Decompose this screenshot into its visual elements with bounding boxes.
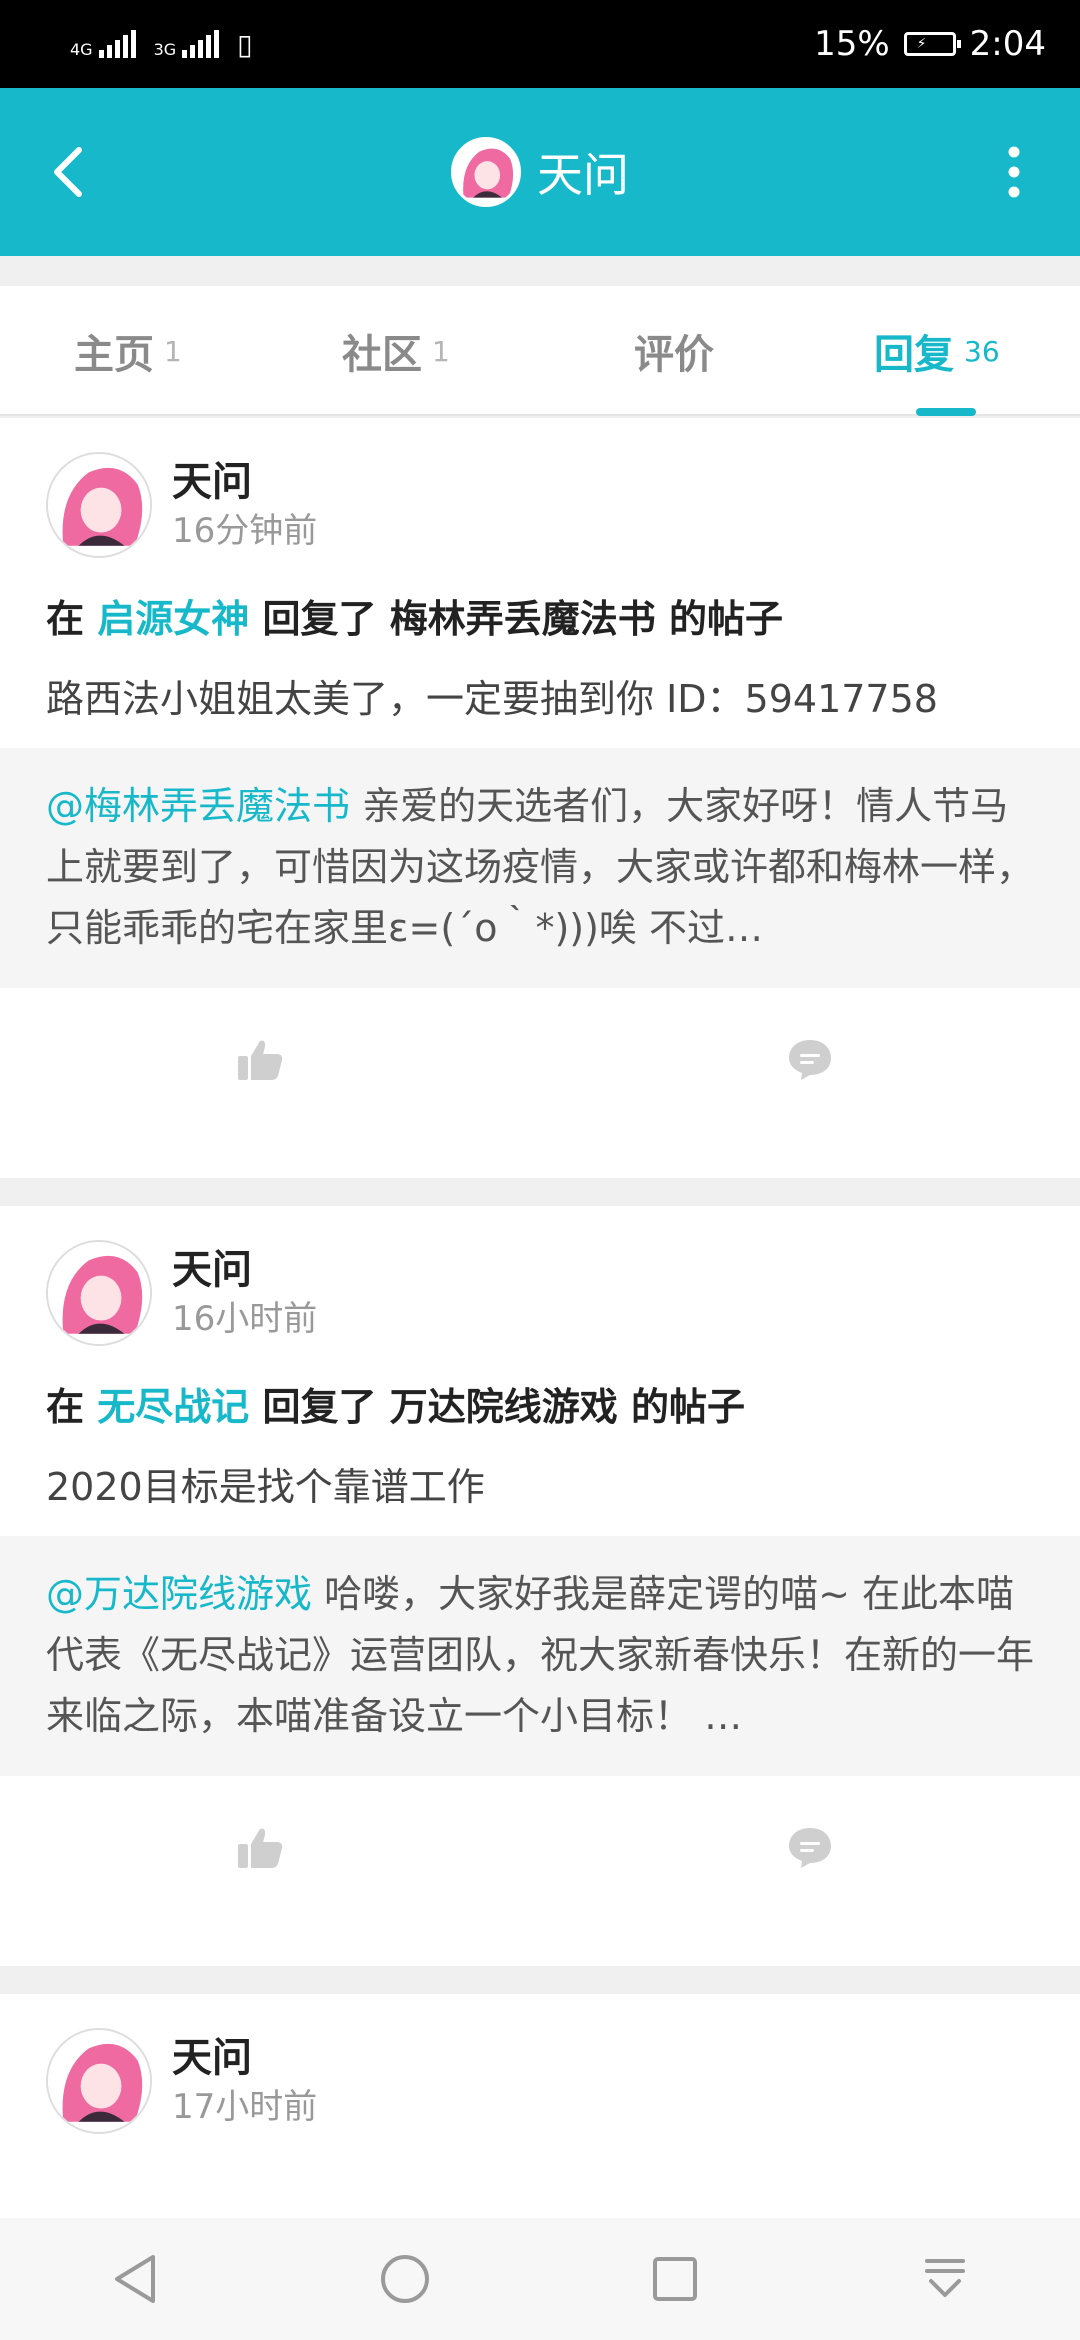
more-vertical-icon: [1008, 146, 1020, 198]
app-bar: 天问: [0, 88, 1080, 256]
action-line: 在 启源女神 回复了 梅林弄丢魔法书 的帖子: [46, 588, 783, 643]
action-prefix: 在: [46, 597, 85, 641]
nav-back-icon: [115, 2255, 155, 2303]
post-time: 16分钟前: [172, 511, 318, 551]
battery-percent: 15%: [814, 24, 890, 64]
tab-reviews[interactable]: 评价: [634, 286, 714, 416]
post-time: 17小时前: [172, 2087, 318, 2127]
clock: 2:04: [969, 24, 1046, 64]
mention-link[interactable]: @梅林弄丢魔法书: [46, 784, 350, 828]
tab-label: 主页: [74, 332, 154, 378]
avatar: [451, 137, 521, 207]
back-arrow-icon: [54, 147, 82, 197]
tab-label: 回复: [874, 332, 954, 378]
nav-back-button[interactable]: [90, 2234, 180, 2324]
reply-text: 2020目标是找个靠谱工作: [46, 1465, 485, 1509]
battery-icon: ⚡: [903, 32, 961, 56]
card-actions: [0, 1776, 1080, 1916]
tab-community[interactable]: 社区 1: [342, 286, 450, 416]
card-header: 天问 16小时前: [46, 1240, 317, 1346]
action-verb: 回复了: [262, 597, 377, 641]
tab-count: 1: [164, 334, 182, 368]
action-prefix: 在: [46, 1385, 85, 1429]
more-button[interactable]: [984, 124, 1044, 220]
vibrate-icon: ▯: [237, 27, 253, 61]
post-time: 16小时前: [172, 1299, 318, 1339]
comment-button[interactable]: [780, 1820, 840, 1876]
quoted-post[interactable]: @万达院线游戏 哈喽，大家好我是薛定谔的喵~ 在此本喵代表《无尽战记》运营团队，…: [0, 1536, 1080, 1776]
avatar[interactable]: [46, 2028, 152, 2134]
tab-home[interactable]: 主页 1: [74, 286, 182, 416]
comment-bubble-icon: [789, 1040, 831, 1080]
reply-text: 路西法小姐姐太美了，一定要抽到你 ID：59417758: [46, 677, 938, 721]
thumbs-up-icon: [238, 1828, 283, 1868]
nav-notification-button[interactable]: [900, 2234, 990, 2324]
card-header: 天问 17小时前: [46, 2028, 317, 2134]
nav-home-button[interactable]: [360, 2234, 450, 2324]
tab-count: 36: [964, 334, 1000, 368]
nav-recents-button[interactable]: [630, 2234, 720, 2324]
page-title: 天问: [537, 148, 629, 202]
username[interactable]: 天问: [172, 2032, 317, 2084]
signal-4g-icon: 4G: [70, 30, 136, 58]
username[interactable]: 天问: [172, 456, 317, 508]
comment-button[interactable]: [780, 1032, 840, 1088]
tab-label: 评价: [634, 332, 714, 378]
community-link[interactable]: 启源女神: [97, 597, 249, 641]
thumbs-up-icon: [238, 1040, 283, 1080]
system-nav-bar: [0, 2218, 1080, 2340]
nav-home-icon: [381, 2255, 429, 2303]
action-suffix: 的帖子: [669, 597, 784, 641]
mention-link[interactable]: @万达院线游戏: [46, 1572, 312, 1616]
card-actions: [0, 988, 1080, 1128]
like-button[interactable]: [230, 1032, 290, 1088]
signal1-tag: 4G: [70, 40, 93, 59]
signal-3g-icon: 3G: [154, 30, 220, 58]
target-author[interactable]: 万达院线游戏: [390, 1385, 618, 1429]
avatar[interactable]: [46, 1240, 152, 1346]
status-right: 15% ⚡ 2:04: [814, 24, 1046, 64]
comment-bubble-icon: [789, 1828, 831, 1868]
profile-title: 天问: [451, 137, 629, 207]
nav-recents-icon: [653, 2257, 697, 2301]
reply-card[interactable]: 天问 16小时前 在 无尽战记 回复了 万达院线游戏 的帖子 2020目标是找个…: [0, 1206, 1080, 1966]
avatar[interactable]: [46, 452, 152, 558]
profile-tabs: 主页 1 社区 1 评价 回复 36: [0, 286, 1080, 416]
signal2-tag: 3G: [153, 40, 177, 59]
status-bar: 4G 3G ▯ 15% ⚡ 2:04: [0, 0, 1080, 88]
username[interactable]: 天问: [172, 1244, 317, 1296]
tab-replies[interactable]: 回复 36: [874, 286, 1000, 416]
like-button[interactable]: [230, 1820, 290, 1876]
community-link[interactable]: 无尽战记: [97, 1385, 249, 1429]
tab-count: 1: [432, 334, 450, 368]
pull-down-icon: [925, 2259, 965, 2297]
back-button[interactable]: [38, 124, 98, 220]
target-author[interactable]: 梅林弄丢魔法书: [390, 597, 656, 641]
action-verb: 回复了: [262, 1385, 377, 1429]
action-line: 在 无尽战记 回复了 万达院线游戏 的帖子: [46, 1376, 745, 1431]
action-suffix: 的帖子: [631, 1385, 746, 1429]
tab-label: 社区: [342, 332, 422, 378]
reply-card[interactable]: 天问 16分钟前 在 启源女神 回复了 梅林弄丢魔法书 的帖子 路西法小姐姐太美…: [0, 418, 1080, 1178]
quoted-post[interactable]: @梅林弄丢魔法书 亲爱的天选者们，大家好呀！情人节马上就要到了，可惜因为这场疫情…: [0, 748, 1080, 988]
card-header: 天问 16分钟前: [46, 452, 317, 558]
status-left: 4G 3G ▯: [70, 28, 253, 61]
tab-indicator: [916, 408, 976, 416]
